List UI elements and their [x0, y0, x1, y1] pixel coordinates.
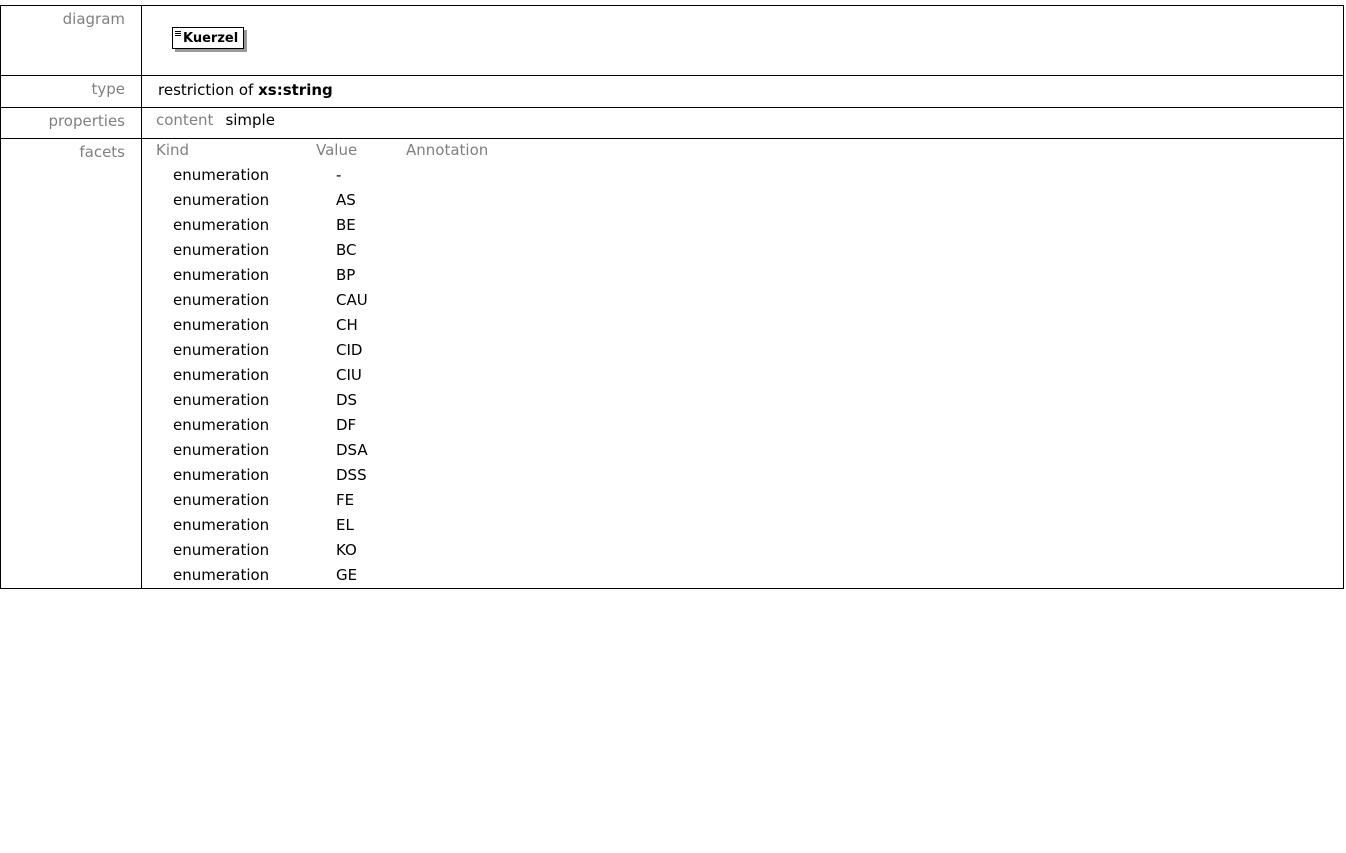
facet-row: enumeration BC: [156, 238, 1343, 263]
facet-row: enumeration FE: [156, 488, 1343, 513]
property-entry: content simple: [156, 111, 1343, 129]
facet-value: BP: [336, 266, 356, 284]
facet-value: BC: [336, 241, 357, 259]
facet-kind: enumeration: [173, 166, 270, 184]
facets-header-kind: Kind: [156, 141, 190, 159]
facet-row: enumeration EL: [156, 513, 1343, 538]
facet-kind: enumeration: [173, 266, 270, 284]
facet-value: CIU: [336, 366, 362, 384]
facet-rows: enumeration - enumeration AS enumeration BE en…: [156, 163, 1343, 588]
element-box[interactable]: Kuerzel: [172, 27, 245, 49]
facet-row: enumeration CIU: [156, 363, 1343, 388]
diagram-element[interactable]: Kuerzel: [172, 27, 245, 49]
facet-value: AS: [336, 191, 356, 209]
facet-kind: enumeration: [173, 366, 270, 384]
facet-row: enumeration DSS: [156, 463, 1343, 488]
facet-value: DSS: [336, 466, 367, 484]
type-text: restriction of xs:string: [158, 81, 333, 99]
facet-kind: enumeration: [173, 191, 270, 209]
facet-row: enumeration DS: [156, 388, 1343, 413]
facet-row: enumeration DF: [156, 413, 1343, 438]
facet-value: DSA: [336, 441, 368, 459]
facets-row: facets Kind Value Annotation enumeration…: [0, 138, 1344, 589]
type-row: type restriction of xs:string: [0, 75, 1344, 108]
property-key: content: [156, 111, 214, 129]
facet-row: enumeration CAU: [156, 288, 1343, 313]
facet-kind: enumeration: [173, 241, 270, 259]
type-label: type: [0, 75, 142, 108]
facet-row: enumeration GE: [156, 563, 1343, 588]
element-lines-icon: [175, 31, 181, 37]
facet-row: enumeration CH: [156, 313, 1343, 338]
facet-row: enumeration KO: [156, 538, 1343, 563]
facet-value: FE: [336, 491, 355, 509]
diagram-label: diagram: [0, 5, 142, 76]
facet-kind: enumeration: [173, 516, 270, 534]
facet-value: EL: [336, 516, 354, 534]
facet-row: enumeration DSA: [156, 438, 1343, 463]
facets-header-value: Value: [316, 141, 358, 159]
facet-row: enumeration -: [156, 163, 1343, 188]
facets-label: facets: [0, 138, 142, 589]
schema-doc-table: diagram Kuerzel type restriction of xs:s…: [0, 5, 1344, 589]
type-prefix: restriction of: [158, 81, 254, 99]
facet-kind: enumeration: [173, 541, 270, 559]
property-value: simple: [225, 111, 275, 129]
facet-row: enumeration BP: [156, 263, 1343, 288]
facet-value: CID: [336, 341, 363, 359]
facet-value: BE: [336, 216, 356, 234]
facet-kind: enumeration: [173, 316, 270, 334]
facet-row: enumeration CID: [156, 338, 1343, 363]
type-cell: restriction of xs:string: [141, 75, 1344, 108]
element-name: Kuerzel: [183, 31, 239, 46]
properties-row: properties content simple: [0, 107, 1344, 139]
type-base-link[interactable]: xs:string: [258, 81, 333, 99]
properties-cell: content simple: [141, 107, 1344, 139]
facets-table: Kind Value Annotation enumeration - enumer…: [156, 141, 1343, 588]
facet-kind: enumeration: [173, 566, 270, 584]
diagram-cell: Kuerzel: [141, 5, 1344, 76]
facet-kind: enumeration: [173, 416, 270, 434]
facet-row: enumeration BE: [156, 213, 1343, 238]
facet-row: enumeration AS: [156, 188, 1343, 213]
facet-kind: enumeration: [173, 291, 270, 309]
facet-value: CAU: [336, 291, 368, 309]
facet-value: CH: [336, 316, 358, 334]
properties-label: properties: [0, 107, 142, 139]
facet-kind: enumeration: [173, 466, 270, 484]
facet-value: DF: [336, 416, 357, 434]
facets-cell: Kind Value Annotation enumeration - enumer…: [141, 138, 1344, 589]
facets-header: Kind Value Annotation: [156, 141, 1343, 163]
facet-kind: enumeration: [173, 391, 270, 409]
facet-value: GE: [336, 566, 358, 584]
facet-value: KO: [336, 541, 357, 559]
facet-value: -: [336, 166, 342, 184]
facet-kind: enumeration: [173, 216, 270, 234]
facet-kind: enumeration: [173, 341, 270, 359]
facet-kind: enumeration: [173, 491, 270, 509]
facets-header-annotation: Annotation: [406, 141, 489, 159]
facet-kind: enumeration: [173, 441, 270, 459]
facet-value: DS: [336, 391, 358, 409]
diagram-row: diagram Kuerzel: [0, 5, 1344, 76]
